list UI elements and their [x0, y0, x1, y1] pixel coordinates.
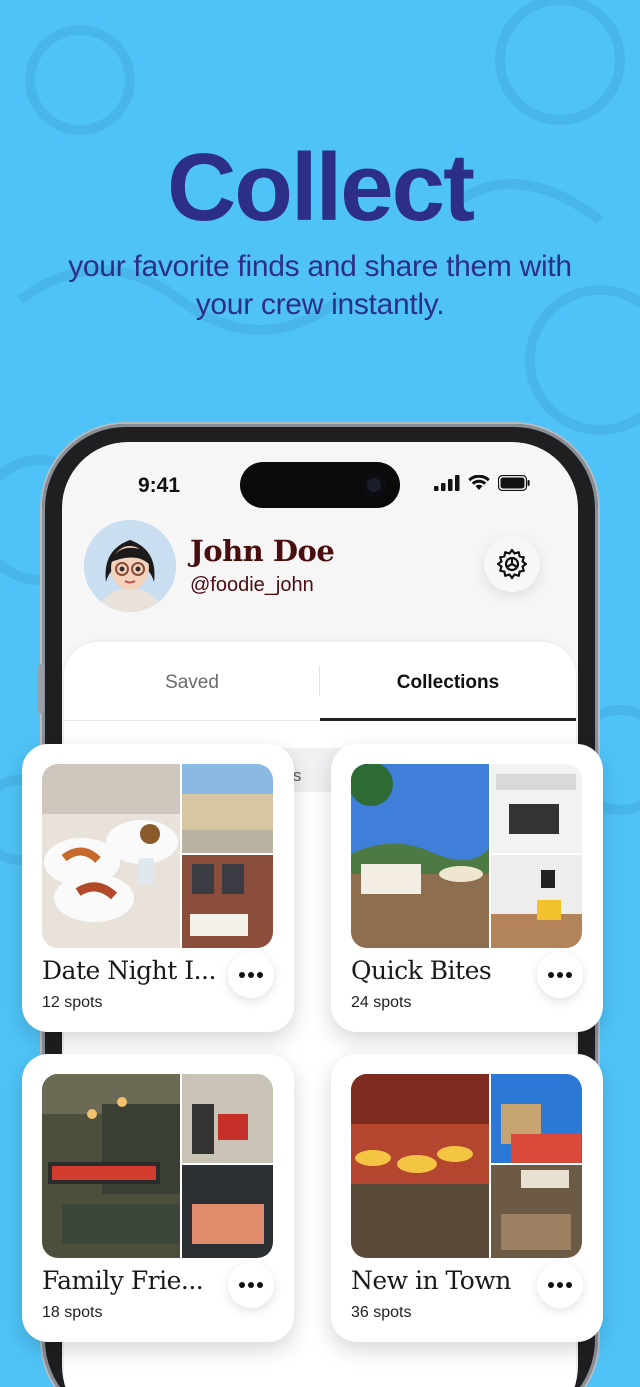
- gear-icon: [496, 548, 528, 580]
- more-icon: [548, 972, 572, 978]
- tab-collections[interactable]: Collections: [320, 672, 576, 694]
- collection-title: Quick Bites: [351, 956, 492, 985]
- collection-thumbnail: [351, 1074, 582, 1258]
- collection-title: Family Frie...: [42, 1266, 204, 1295]
- settings-button[interactable]: [484, 536, 540, 592]
- profile-header: John Doe @foodie_john: [84, 520, 558, 616]
- collection-count: 18 spots: [42, 1304, 103, 1321]
- more-button[interactable]: [537, 1262, 583, 1308]
- collection-count: 36 spots: [351, 1304, 412, 1321]
- profile-handle: @foodie_john: [190, 574, 314, 596]
- camera-icon: [362, 473, 386, 497]
- hero-subtitle: your favorite finds and share them with …: [68, 250, 572, 321]
- more-button[interactable]: [228, 1262, 274, 1308]
- collection-count: 12 spots: [42, 994, 103, 1011]
- hero-title: Collect: [166, 134, 475, 241]
- status-time: 9:41: [138, 474, 181, 497]
- avatar[interactable]: [84, 520, 176, 612]
- more-button[interactable]: [228, 952, 274, 998]
- avatar-illustration: [84, 520, 176, 612]
- tab-saved[interactable]: Saved: [64, 672, 320, 694]
- more-button[interactable]: [537, 952, 583, 998]
- collection-title: New in Town: [351, 1266, 511, 1295]
- dynamic-island: [240, 462, 400, 508]
- collection-title: Date Night I...: [42, 956, 216, 985]
- collection-card[interactable]: Date Night I... 12 spots: [22, 744, 294, 1032]
- wifi-icon: [468, 475, 490, 490]
- signal-icon: [434, 475, 460, 491]
- more-icon: [239, 972, 263, 978]
- tab-active-indicator: [320, 718, 576, 721]
- profile-name: John Doe: [190, 534, 335, 568]
- collection-thumbnail: [351, 764, 582, 948]
- collection-thumbnail: [42, 1074, 273, 1258]
- battery-icon: [498, 475, 530, 491]
- collection-count: 24 spots: [351, 994, 412, 1011]
- collection-card[interactable]: New in Town 36 spots: [331, 1054, 603, 1342]
- collection-thumbnail: [42, 764, 273, 948]
- status-icons: [434, 475, 530, 491]
- collection-card[interactable]: Family Frie... 18 spots: [22, 1054, 294, 1342]
- more-icon: [239, 1282, 263, 1288]
- collection-card[interactable]: Quick Bites 24 spots: [331, 744, 603, 1032]
- phone-side-button: [38, 664, 44, 714]
- more-icon: [548, 1282, 572, 1288]
